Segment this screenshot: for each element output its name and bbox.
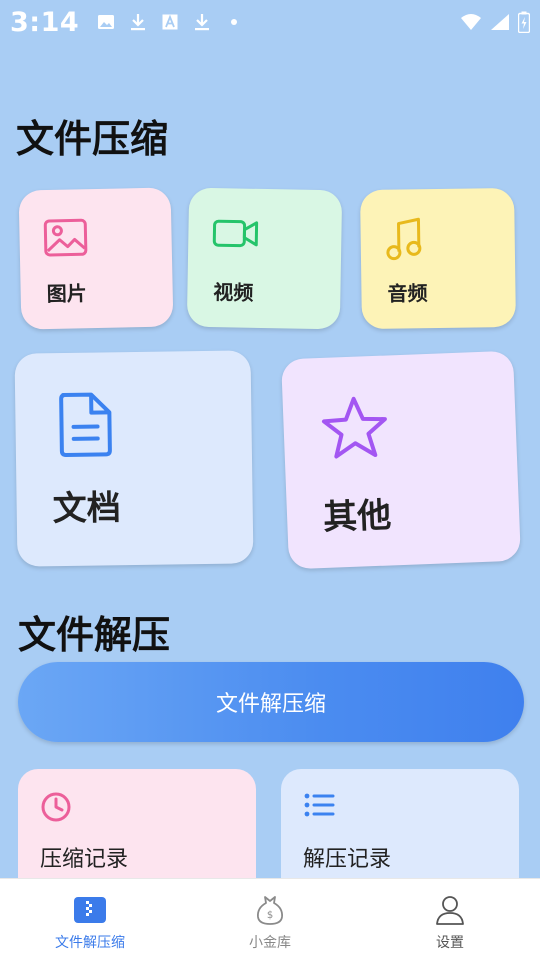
decompress-button[interactable]: 文件解压缩	[18, 662, 524, 742]
nav-item-settings[interactable]: 设置	[360, 879, 540, 960]
nav-item-decompress[interactable]: 文件解压缩	[0, 879, 180, 960]
image-card[interactable]: 图片	[18, 187, 174, 330]
video-card[interactable]: 视频	[186, 187, 343, 330]
document-card[interactable]: 文档	[14, 350, 254, 567]
decompress-section-title: 文件解压	[18, 613, 171, 657]
video-card-label: 视频	[213, 280, 254, 305]
clock-icon	[40, 791, 74, 825]
status-bar: 3:14	[0, 0, 540, 44]
compress-section-title: 文件压缩	[16, 117, 169, 161]
audio-card-label: 音频	[387, 281, 428, 306]
nav-item-vault[interactable]: $ 小金库	[180, 879, 360, 960]
status-time: 3:14	[10, 6, 80, 38]
user-icon	[433, 893, 467, 927]
other-card[interactable]: 其他	[281, 350, 521, 570]
bottom-nav: 文件解压缩 $ 小金库 设置	[0, 878, 540, 960]
image-icon	[97, 13, 115, 31]
nav-label-decompress: 文件解压缩	[55, 935, 125, 951]
zip-file-icon	[73, 893, 107, 927]
nav-label-vault: 小金库	[249, 935, 291, 951]
dot-icon	[225, 13, 243, 31]
download-icon	[193, 13, 211, 31]
wifi-icon	[460, 13, 482, 31]
document-card-label: 文档	[52, 488, 121, 530]
document-icon	[57, 390, 120, 461]
signal-icon	[490, 13, 510, 31]
compress-records-label: 压缩记录	[40, 847, 129, 872]
audio-card[interactable]: 音频	[360, 187, 516, 330]
image-icon	[43, 217, 88, 262]
download-icon	[129, 13, 147, 31]
image-card-label: 图片	[46, 281, 87, 307]
other-card-label: 其他	[322, 495, 392, 539]
font-a-icon	[161, 13, 179, 31]
notification-icons	[97, 13, 243, 31]
svg-text:$: $	[267, 910, 273, 921]
money-bag-icon: $	[253, 893, 287, 927]
decompress-records-label: 解压记录	[303, 847, 392, 872]
list-icon	[303, 791, 337, 825]
battery-charging-icon	[518, 11, 530, 33]
video-icon	[212, 216, 259, 261]
star-icon	[318, 393, 391, 466]
nav-label-settings: 设置	[436, 935, 464, 951]
music-icon	[384, 217, 429, 262]
